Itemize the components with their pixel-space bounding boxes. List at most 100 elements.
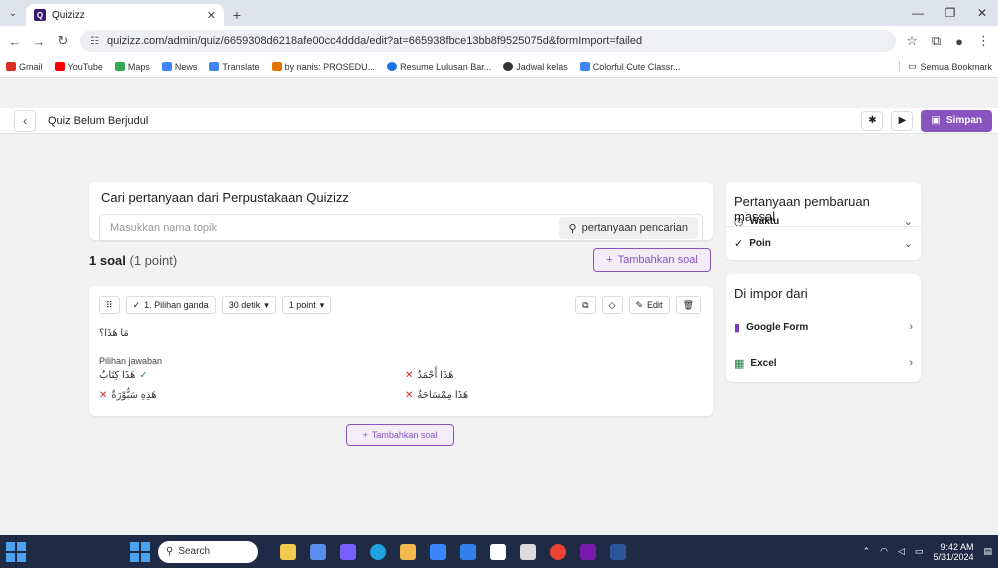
wrong-cross-icon: ✕: [99, 390, 108, 401]
search-icon: ⚲: [166, 546, 174, 557]
close-tab-icon[interactable]: ✕: [207, 9, 216, 22]
drag-handle-icon[interactable]: ⠿: [99, 296, 120, 314]
restore-icon[interactable]: ❐: [934, 6, 966, 20]
folder-icon[interactable]: [400, 543, 416, 560]
question-type-chip[interactable]: ✓ 1. Pilihan ganda: [125, 296, 216, 314]
google-form-icon: ▮: [734, 321, 741, 334]
chrome-icon[interactable]: [550, 543, 566, 560]
reload-icon[interactable]: ↻: [56, 33, 70, 49]
search-questions-button[interactable]: ⚲ pertanyaan pencarian: [558, 217, 698, 239]
question-count: 1 soal (1 point): [89, 253, 178, 268]
gmail-icon: [6, 62, 16, 71]
classroom-icon: [579, 62, 590, 71]
new-tab-icon[interactable]: +: [224, 4, 250, 26]
forward-arrow-icon[interactable]: →: [32, 34, 46, 49]
bookmark-star-icon[interactable]: ☆: [906, 33, 918, 49]
globe-icon: [503, 62, 514, 71]
bookmark-item[interactable]: YouTube: [54, 62, 103, 72]
bookmark-item[interactable]: Resume Lulusan Bar...: [387, 62, 491, 72]
settings-gear-icon[interactable]: ✱: [861, 110, 884, 131]
system-clock[interactable]: 9:42 AM 5/31/2024: [933, 542, 973, 562]
bookmark-item[interactable]: Gmail: [6, 62, 43, 72]
file-explorer-icon[interactable]: [280, 543, 296, 560]
wrong-cross-icon: ✕: [405, 370, 414, 381]
site-info-icon[interactable]: ☷: [90, 36, 99, 47]
word-icon[interactable]: [610, 543, 626, 560]
back-button[interactable]: ‹: [14, 109, 36, 132]
answer-option: هَذَا كِتَابٌ ✓: [99, 370, 148, 381]
quiz-editor-header: ‹ Quiz Belum Berjudul ✱ ▶ ▣ Simpan: [0, 108, 998, 134]
edge-icon[interactable]: [370, 543, 386, 560]
import-panel: Di impor dari ▮ Google Form › ▦ Excel ›: [726, 274, 921, 382]
browser-menu-icon[interactable]: ⋮: [977, 33, 990, 49]
bookmark-item[interactable]: Jadwal kelas: [503, 62, 568, 72]
taskbar-search[interactable]: ⚲ Search: [158, 540, 258, 563]
answer-choices-label: Pilihan jawaban: [99, 356, 163, 366]
pencil-icon: ✎: [635, 299, 644, 310]
calculator-icon[interactable]: [520, 543, 536, 560]
time-dropdown[interactable]: 30 detik ▾: [221, 296, 276, 314]
tab-search-icon[interactable]: ⌄: [0, 0, 26, 26]
bookmark-item[interactable]: Maps: [114, 62, 150, 72]
bulk-points-row[interactable]: ✓ Poin ⌄: [726, 228, 921, 258]
wifi-icon[interactable]: ◠: [880, 546, 888, 557]
bookmark-item[interactable]: News: [161, 62, 197, 72]
search-icon: ⚲: [568, 222, 577, 235]
preview-play-icon[interactable]: ▶: [891, 110, 914, 131]
plus-icon: +: [362, 430, 368, 440]
checkmark-icon: ✓: [132, 299, 141, 310]
app-icon[interactable]: [490, 543, 506, 560]
battery-icon[interactable]: ▭: [915, 546, 924, 557]
import-excel-row[interactable]: ▦ Excel ›: [726, 348, 921, 378]
extensions-icon[interactable]: ⧉: [932, 33, 941, 49]
volume-icon[interactable]: ◁: [898, 546, 905, 557]
edge-icon: [387, 62, 398, 71]
onenote-icon[interactable]: [580, 543, 596, 560]
excel-icon: ▦: [734, 357, 745, 370]
save-button[interactable]: ▣ Simpan: [921, 109, 992, 132]
bulk-update-panel: Pertanyaan pembaruan massal ◷ Waktu ⌄ ✓ …: [726, 182, 921, 260]
app-icon[interactable]: [310, 543, 326, 560]
tab-title: Quizizz: [52, 9, 85, 21]
quizizz-favicon-icon: Q: [34, 9, 46, 21]
close-window-icon[interactable]: ✕: [966, 6, 998, 20]
save-disk-icon: ▣: [931, 115, 941, 126]
wrong-cross-icon: ✕: [405, 390, 414, 401]
chevron-down-icon: ▾: [264, 299, 269, 310]
bookmark-item[interactable]: Colorful Cute Classr...: [579, 62, 680, 72]
points-dropdown[interactable]: 1 point ▾: [281, 296, 332, 314]
answer-option: ✕ هَذَا مِمْسَاحَةٌ: [405, 390, 469, 401]
bookmark-item[interactable]: by nanis: PROSEDU...: [271, 62, 375, 72]
translate-icon: [209, 62, 220, 71]
add-question-button[interactable]: + Tambahkan soal: [593, 248, 711, 272]
news-icon: [161, 62, 172, 71]
divider: [726, 226, 921, 227]
profile-icon[interactable]: ●: [955, 34, 963, 49]
blogger-icon: [271, 62, 282, 71]
notification-icon[interactable]: ▤: [983, 546, 992, 557]
back-arrow-icon[interactable]: ←: [8, 34, 22, 49]
bookmark-item[interactable]: Translate: [209, 62, 260, 72]
topic-search-input[interactable]: Masukkan nama topik: [110, 222, 559, 234]
import-google-form-row[interactable]: ▮ Google Form ›: [726, 312, 921, 342]
tag-icon[interactable]: ◇: [601, 296, 623, 314]
url-input[interactable]: ☷ quizizz.com/admin/quiz/6659308d6218afe…: [80, 30, 897, 52]
app-icon[interactable]: [460, 543, 476, 560]
correct-check-icon: ✓: [139, 370, 148, 381]
duplicate-icon[interactable]: ⧉: [575, 296, 596, 314]
quiz-title[interactable]: Quiz Belum Berjudul: [48, 115, 148, 127]
store-icon[interactable]: [430, 543, 446, 560]
start-windows-icon[interactable]: [130, 541, 150, 562]
edit-question-button[interactable]: ✎ Edit: [628, 296, 670, 314]
browser-tab[interactable]: Q Quizizz ✕: [26, 4, 224, 26]
meet-icon[interactable]: [340, 543, 356, 560]
add-question-button-bottom[interactable]: + Tambahkan soal: [346, 424, 454, 446]
minimize-icon[interactable]: —: [902, 6, 934, 20]
windows-taskbar: ⚲ Search ⌃ ◠ ◁ ▭ 9:42 AM 5/31/2024 ▤: [0, 535, 998, 568]
widgets-icon[interactable]: [6, 541, 26, 562]
question-card: ⠿ ✓ 1. Pilihan ganda 30 detik ▾ 1 point …: [89, 286, 713, 416]
tray-chevron-icon[interactable]: ⌃: [863, 546, 871, 557]
plus-icon: +: [606, 254, 613, 266]
all-bookmarks[interactable]: ▭ Semua Bookmark: [898, 61, 992, 72]
delete-trash-icon[interactable]: 🗑: [675, 296, 701, 314]
